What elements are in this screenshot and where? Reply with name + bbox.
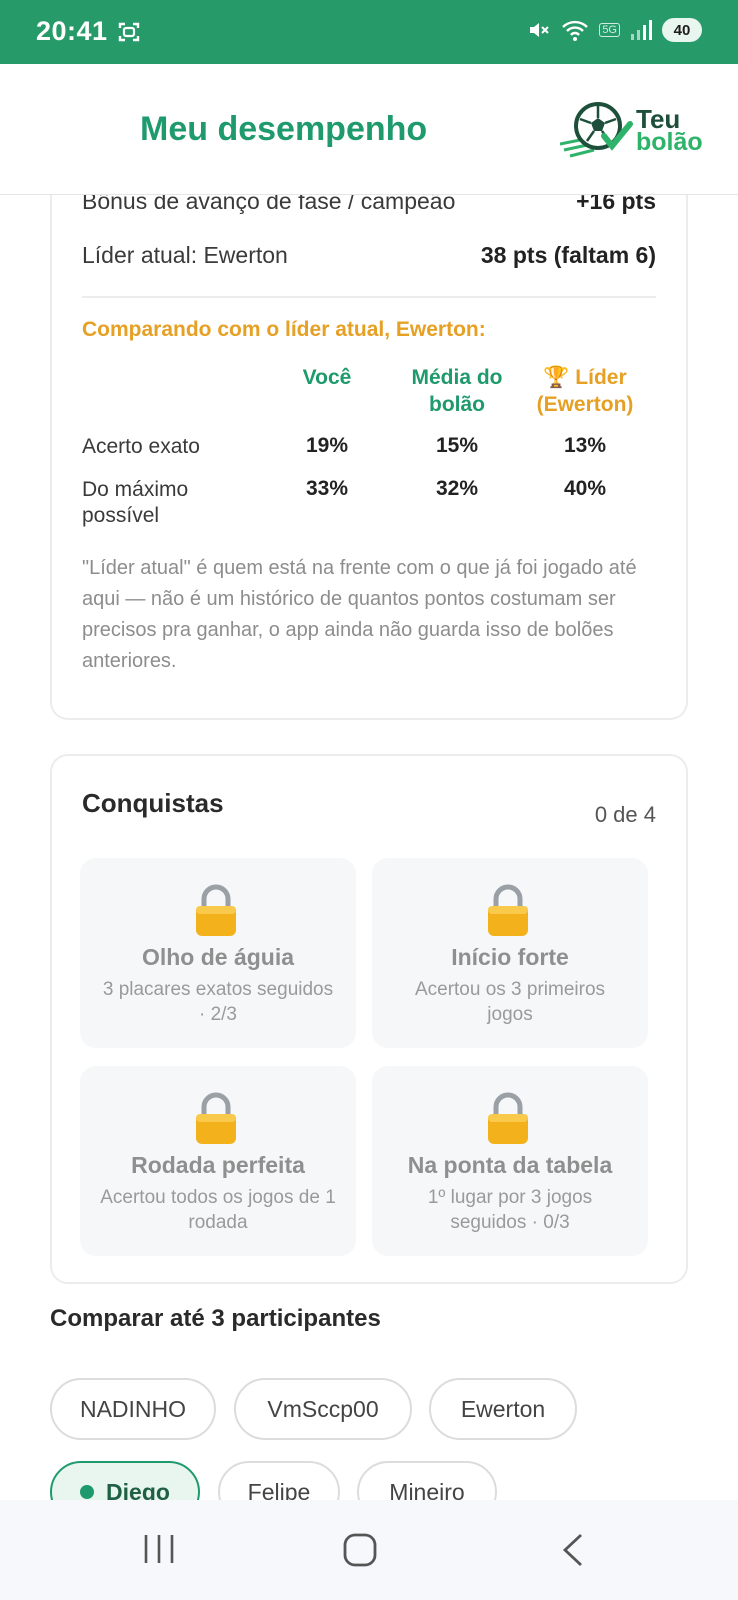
metric-value-you: 33% <box>305 477 349 500</box>
column-header-you: Você <box>267 364 387 391</box>
participant-chip-selected[interactable]: Diego <box>50 1461 200 1500</box>
achievements-count: 0 de 4 <box>594 802 656 827</box>
achievement-tile[interactable]: Na ponta da tabela 1º lugar por 3 jogos … <box>372 1066 648 1256</box>
lock-icon <box>488 884 528 936</box>
metric-value-leader: 13% <box>563 434 607 457</box>
app-logo[interactable]: Teu bolão <box>560 100 710 160</box>
column-header-line: (Ewerton) <box>536 393 634 416</box>
achievements-title: Conquistas <box>82 788 224 818</box>
metric-value-you: 19% <box>305 434 349 457</box>
metric-label-line: Do máximo <box>82 478 189 501</box>
compare-participants-title: Comparar até 3 participantes <box>50 1305 381 1332</box>
column-header-label: Você <box>302 366 352 389</box>
lock-icon <box>196 884 236 936</box>
summary-row: Líder atual: Ewerton 38 pts (faltam 6) <box>82 242 656 269</box>
wifi-icon <box>562 20 589 41</box>
achievement-tile[interactable]: Rodada perfeita Acertou todos os jogos d… <box>80 1066 356 1256</box>
participant-chip-label: VmSccp00 <box>267 1395 379 1422</box>
participant-chip-label: Mineiro <box>389 1478 465 1501</box>
home-icon[interactable] <box>342 1532 378 1568</box>
achievement-title: Na ponta da tabela <box>407 1152 613 1178</box>
mute-icon <box>530 23 550 37</box>
app-header: Meu desempenho Teu bolão <box>0 64 738 195</box>
metric-value-average: 15% <box>435 434 479 457</box>
achievement-description: Acertou todos os jogos de 1 rodada <box>100 1187 336 1233</box>
recent-apps-icon[interactable] <box>142 1532 176 1566</box>
metric-value-leader: 40% <box>563 477 607 500</box>
participant-chip[interactable]: Mineiro <box>357 1461 497 1500</box>
battery-indicator: 40 <box>662 18 702 42</box>
divider <box>82 296 656 298</box>
network-5g-badge: 5G <box>599 23 620 37</box>
metric-label: Do máximo possível <box>82 477 188 529</box>
logo-text-line2: bolão <box>636 128 703 156</box>
participant-chip-label: Ewerton <box>460 1395 546 1422</box>
participant-chip-label: Diego <box>106 1478 170 1501</box>
participant-chip-label: NADINHO <box>79 1395 187 1422</box>
column-header-leader: 🏆 Líder (Ewerton) <box>520 364 650 418</box>
column-header-average: Média do bolão <box>392 364 522 418</box>
lock-icon <box>196 1092 236 1144</box>
selected-dot-icon <box>80 1485 95 1499</box>
page-title: Meu desempenho <box>140 110 428 148</box>
achievement-description: 3 placares exatos seguidos · 2/3 <box>102 979 334 1025</box>
achievement-title: Olho de águia <box>141 944 295 970</box>
scroll-content[interactable]: Bônus de avanço de fase / campeão +16 pt… <box>0 64 738 1500</box>
summary-row-label: Líder atual: Ewerton <box>82 242 288 268</box>
metric-value-average: 32% <box>435 477 479 500</box>
participant-chip[interactable]: VmSccp00 <box>234 1378 412 1440</box>
column-header-line: bolão <box>429 393 485 416</box>
screenshot-icon <box>118 22 140 42</box>
comparison-title: Comparando com o líder atual, Ewerton: <box>82 318 486 341</box>
column-header-line: Média do <box>411 366 503 389</box>
signal-icon <box>631 20 652 40</box>
achievements-card: Conquistas 0 de 4 Olho de águia 3 placar… <box>50 754 688 1284</box>
participant-chip-label: Felipe <box>247 1478 311 1501</box>
participant-chip[interactable]: Ewerton <box>429 1378 577 1440</box>
metric-label-line: possível <box>82 504 160 527</box>
soccer-ball-logo-icon <box>560 102 633 158</box>
lock-icon <box>488 1092 528 1144</box>
achievement-description: Acertou os 3 primeiros jogos <box>414 979 606 1025</box>
achievement-title: Início forte <box>451 944 569 970</box>
achievement-description: 1º lugar por 3 jogos seguidos · 0/3 <box>427 1187 593 1233</box>
leader-explanation-note: "Líder atual" é quem está na frente com … <box>82 557 637 672</box>
participant-chip[interactable]: Felipe <box>218 1461 340 1500</box>
participant-chip[interactable]: NADINHO <box>50 1378 216 1440</box>
system-nav-bar <box>0 1500 738 1600</box>
back-icon[interactable] <box>560 1532 586 1568</box>
metric-label: Acerto exato <box>82 434 200 460</box>
summary-row-value: 38 pts (faltam 6) <box>480 242 656 268</box>
achievement-title: Rodada perfeita <box>131 1152 305 1178</box>
status-bar: 20:41 5G 40 <box>0 0 738 64</box>
achievement-tile[interactable]: Início forte Acertou os 3 primeiros jogo… <box>372 858 648 1048</box>
status-time: 20:41 <box>36 16 108 46</box>
achievement-tile[interactable]: Olho de águia 3 placares exatos seguidos… <box>80 858 356 1048</box>
metric-label-line: Acerto exato <box>82 435 200 458</box>
column-header-line: 🏆 Líder <box>543 366 627 389</box>
